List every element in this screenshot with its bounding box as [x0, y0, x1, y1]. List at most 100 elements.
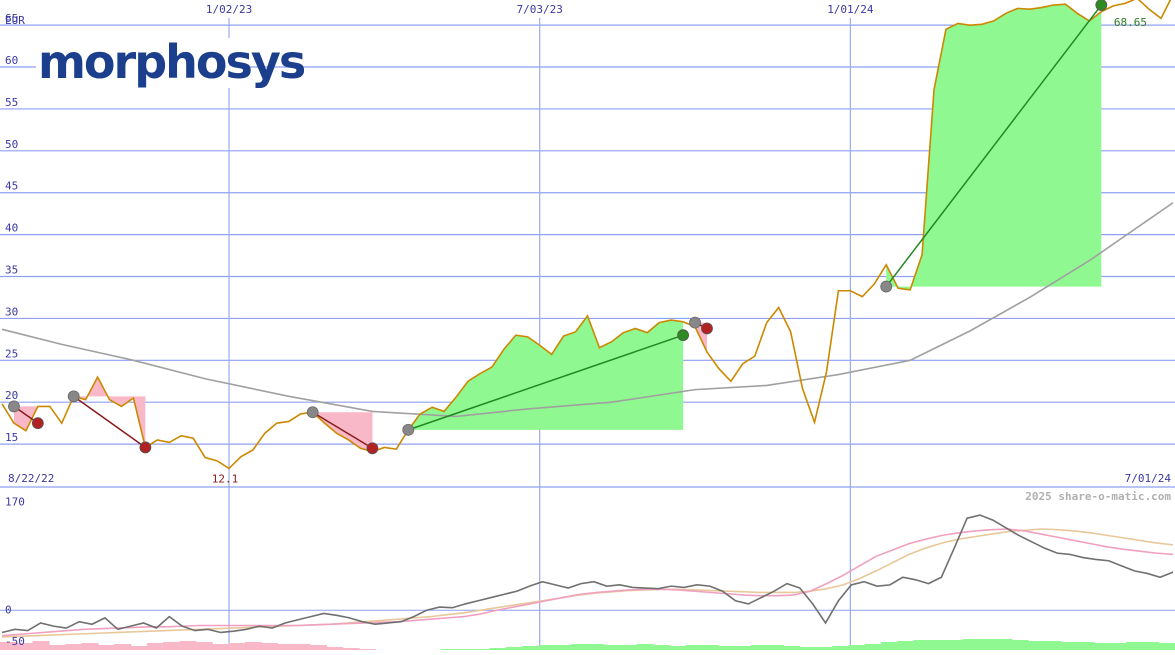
loss-area	[73, 377, 146, 448]
histogram-bar	[48, 645, 66, 650]
trade-exit-marker	[31, 417, 44, 430]
y-tick-label: 35	[5, 264, 18, 277]
y-tick-label: 15	[5, 431, 18, 444]
histogram-bar	[897, 641, 915, 650]
histogram-bar	[244, 642, 262, 650]
gain-area	[408, 315, 684, 430]
histogram-bar	[913, 640, 931, 650]
indicator-panel: -50 0 170 2025 share-o-matic.com	[0, 490, 1175, 650]
histogram-bar	[310, 645, 327, 650]
histogram-bar	[81, 643, 99, 650]
morphosys-logo: morphosys	[36, 35, 307, 89]
histogram-bar	[734, 646, 752, 650]
histogram-bar	[32, 641, 50, 650]
histogram-bar	[832, 646, 850, 650]
histogram-bar	[1093, 643, 1111, 650]
trade-exit-marker	[366, 442, 379, 455]
histogram-bar	[652, 645, 670, 650]
y-tick-label: 25	[5, 347, 18, 360]
histogram-bar	[554, 645, 572, 650]
x-range-start: 8/22/22	[8, 472, 54, 485]
stock-chart: 15 20 25 30 35 40 45 50 55 60 65 EUR 1/02/23 7/03/23 1…	[0, 0, 1175, 650]
histogram-bar	[946, 640, 964, 650]
histogram-bar	[1060, 642, 1078, 650]
histogram-bar	[97, 645, 115, 650]
unit-label: EUR	[5, 14, 25, 27]
last-price-annotation: 68.65	[1114, 16, 1147, 29]
logo-text: morphosys	[38, 35, 305, 89]
min-price-annotation: 12.1	[212, 472, 239, 485]
trade-entry-marker	[67, 390, 80, 403]
histogram-bar	[538, 645, 556, 650]
y-tick-label: 55	[5, 96, 18, 109]
histogram-bar	[587, 644, 605, 650]
histogram-bar	[848, 645, 866, 650]
histogram-bar	[261, 643, 279, 650]
histogram-bar	[750, 645, 768, 650]
histogram-bar	[1109, 643, 1127, 650]
histogram-bar	[881, 642, 899, 650]
histogram-bar	[864, 644, 882, 650]
indicator-y-label: 0	[5, 603, 12, 616]
histogram-bar	[767, 645, 784, 650]
histogram-bar	[685, 645, 703, 650]
trade-exit-marker	[1095, 0, 1108, 11]
y-tick-label: 45	[5, 180, 18, 193]
histogram-bar	[1126, 642, 1143, 650]
trade-entry-marker	[8, 400, 20, 413]
histogram-bar	[1044, 641, 1062, 650]
histogram-bar	[636, 644, 654, 650]
indicator-histogram	[0, 639, 1175, 650]
histogram-bar	[293, 644, 311, 650]
x-top-label: 1/02/23	[206, 3, 252, 16]
price-panel: 1520253035404550556065EUR1/02/23 7/03/23 1…	[0, 0, 1175, 650]
trade-entry-marker	[306, 406, 319, 419]
histogram-bar	[962, 639, 980, 650]
y-tick-label: 60	[5, 54, 18, 67]
x-top-label: 1/01/24	[827, 3, 874, 16]
histogram-bar	[65, 644, 83, 650]
y-tick-label: 20	[5, 389, 18, 402]
indicator-lines	[1, 514, 1174, 638]
histogram-bar	[277, 644, 295, 650]
histogram-bar	[1142, 642, 1160, 650]
trade-exit-marker	[701, 322, 713, 335]
y-tick-label: 40	[5, 222, 18, 235]
histogram-bar	[669, 646, 687, 650]
histogram-bar	[195, 642, 213, 650]
indicator-y-label: -50	[5, 635, 25, 648]
histogram-bar	[522, 646, 540, 650]
watermark: 2025 share-o-matic.com	[1025, 490, 1171, 503]
x-top-label: 7/03/23	[517, 3, 563, 16]
histogram-bar	[114, 644, 132, 650]
histogram-bar	[212, 644, 230, 650]
histogram-bar	[979, 639, 997, 650]
trade-exit-marker	[139, 441, 152, 454]
chart-svg: 1520253035404550556065EUR1/02/23 7/03/23 1…	[0, 0, 1175, 650]
histogram-bar	[179, 641, 197, 650]
histogram-bar	[146, 643, 164, 650]
histogram-bar	[163, 642, 181, 650]
x-range-end: 7/01/24	[1125, 472, 1172, 485]
histogram-bar	[228, 643, 246, 650]
histogram-bar	[1028, 641, 1046, 650]
histogram-bar	[571, 644, 589, 650]
histogram-bar	[1011, 640, 1029, 650]
trade-exit-marker	[677, 329, 689, 342]
y-tick-label: 30	[5, 305, 18, 318]
histogram-bar	[1077, 642, 1095, 650]
trade-entry-marker	[880, 280, 893, 293]
histogram-bar	[620, 645, 638, 650]
histogram-bar	[701, 645, 719, 650]
y-tick-label: 50	[5, 138, 18, 151]
trade-entry-marker	[689, 316, 701, 329]
histogram-bar	[1158, 643, 1175, 650]
histogram-bar	[930, 640, 948, 650]
histogram-bar	[603, 645, 621, 650]
histogram-bar	[995, 639, 1013, 650]
histogram-bar	[783, 646, 801, 650]
histogram-bar	[130, 646, 148, 650]
trade-entry-marker	[402, 423, 415, 436]
histogram-bar	[718, 646, 735, 650]
indicator-y-label: 170	[5, 495, 25, 508]
